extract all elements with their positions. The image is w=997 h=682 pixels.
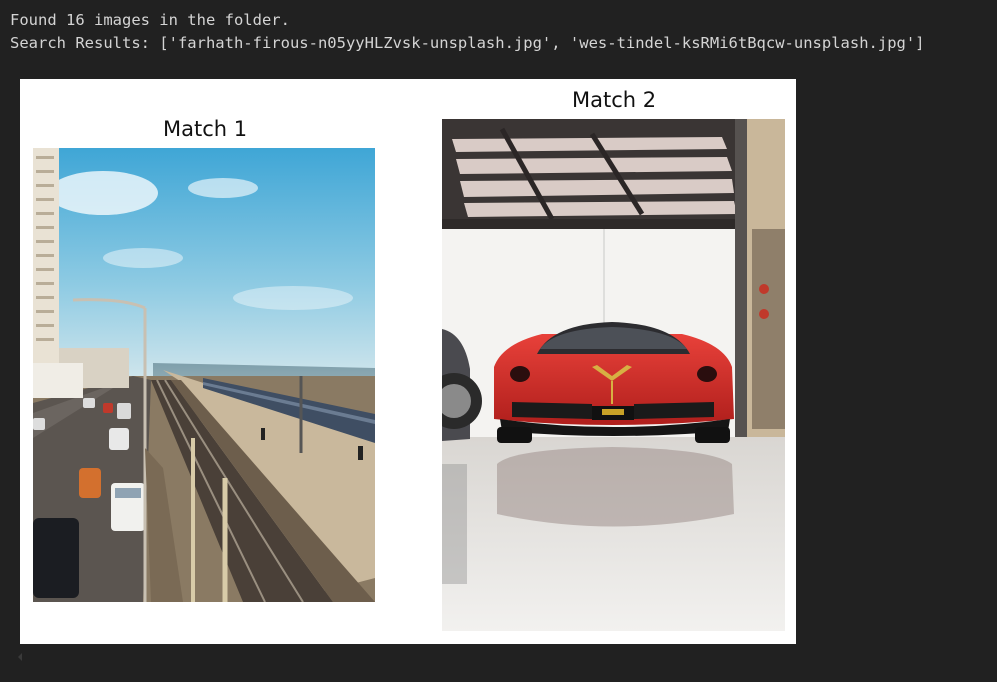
match-1-title: Match 1 <box>163 117 248 141</box>
notebook-cell-output: Found 16 images in the folder. Search Re… <box>0 0 997 682</box>
output-line-results: Search Results: ['farhath-firous-n05yyHL… <box>10 34 925 52</box>
match-1-image <box>33 148 375 602</box>
match-2-image <box>442 119 785 631</box>
stdout-stream: Found 16 images in the folder. Search Re… <box>10 9 925 55</box>
chevron-left-icon[interactable] <box>16 650 24 664</box>
output-line-found: Found 16 images in the folder. <box>10 11 290 29</box>
matplotlib-figure: Match 1 Match 2 <box>20 79 796 644</box>
match-2-title: Match 2 <box>572 88 657 112</box>
